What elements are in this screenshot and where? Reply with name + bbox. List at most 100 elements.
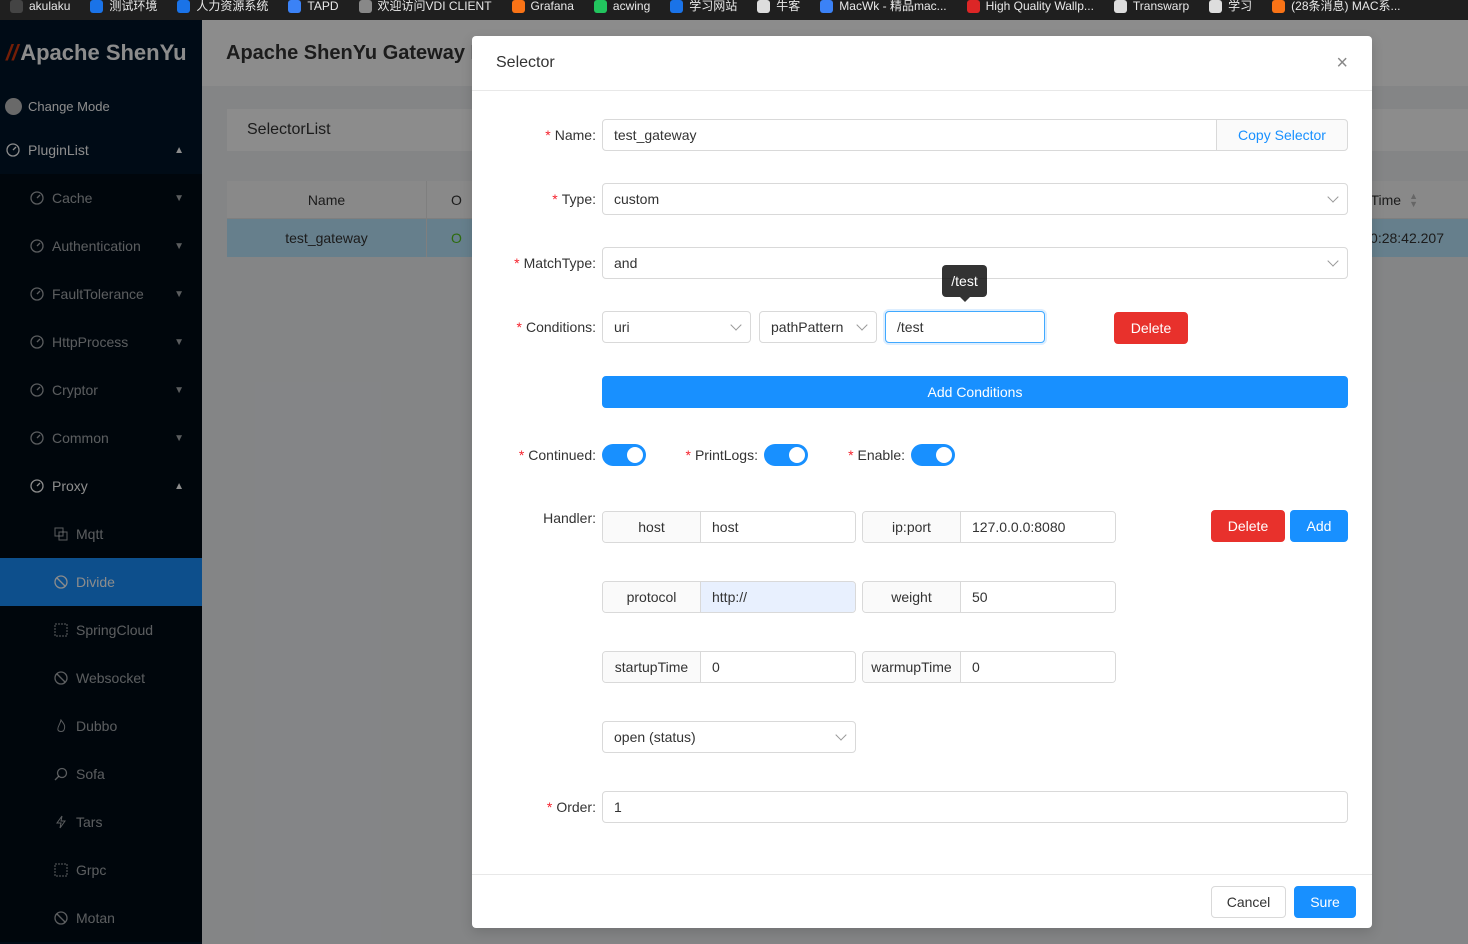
- chevron-down-icon: [1327, 191, 1339, 203]
- bookmark-favicon-icon: [1272, 0, 1286, 13]
- bookmark-favicon-icon: [10, 0, 23, 13]
- printlogs-switch[interactable]: [764, 444, 808, 466]
- chevron-down-icon: [856, 319, 868, 331]
- bookmark-item[interactable]: Transwarp: [1104, 0, 1199, 16]
- continued-label: * Continued:: [518, 447, 596, 463]
- copy-selector-button[interactable]: Copy Selector: [1216, 119, 1348, 151]
- modal-header: Selector ×: [472, 36, 1372, 91]
- bookmark-item[interactable]: 学习网站: [660, 0, 747, 16]
- status-select[interactable]: open (status): [602, 721, 856, 753]
- condition-param-select[interactable]: uri: [602, 311, 751, 343]
- bookmark-item[interactable]: 欢迎访问VDI CLIENT: [349, 0, 502, 16]
- handler-add-button[interactable]: Add: [1290, 510, 1348, 542]
- ipport-addon: ip:port: [863, 512, 961, 542]
- bookmark-favicon-icon: [358, 0, 372, 13]
- bookmark-item[interactable]: 人力资源系统: [167, 0, 278, 16]
- conditions-label: * Conditions:: [516, 319, 597, 335]
- switch-handle: [789, 447, 805, 463]
- sure-label: Sure: [1310, 893, 1340, 910]
- startuptime-addon: startupTime: [603, 652, 701, 682]
- weight-field[interactable]: weight 50: [862, 581, 1116, 613]
- bookmark-item[interactable]: (28条消息) MAC系...: [1262, 0, 1410, 16]
- warmuptime-input[interactable]: 0: [961, 652, 1115, 682]
- ipport-field[interactable]: ip:port 127.0.0.0:8080: [862, 511, 1116, 543]
- bookmark-item[interactable]: Grafana: [502, 0, 584, 16]
- chevron-down-icon: [730, 319, 742, 331]
- bookmark-item[interactable]: 学习: [1199, 0, 1262, 16]
- bookmark-favicon-icon: [593, 0, 607, 13]
- bookmark-item[interactable]: MacWk - 精品mac...: [810, 0, 956, 16]
- cancel-button[interactable]: Cancel: [1211, 885, 1286, 918]
- protocol-addon: protocol: [603, 582, 701, 612]
- bookmark-label: 欢迎访问VDI CLIENT: [377, 0, 492, 13]
- bookmark-favicon-icon: [757, 0, 771, 13]
- status-value: open (status): [614, 729, 696, 745]
- matchtype-label: * MatchType:: [514, 255, 596, 271]
- cancel-label: Cancel: [1226, 893, 1271, 910]
- condition-delete-button[interactable]: Delete: [1114, 312, 1188, 344]
- bookmark-label: acwing: [612, 0, 651, 13]
- sure-button[interactable]: Sure: [1294, 885, 1356, 918]
- add-conditions-label: Add Conditions: [927, 384, 1023, 400]
- handler-label: Handler:: [543, 510, 596, 526]
- bookmark-item[interactable]: High Quality Wallp...: [957, 0, 1104, 16]
- host-field[interactable]: host host: [602, 511, 856, 543]
- bookmark-favicon-icon: [1113, 0, 1127, 13]
- condition-param-value: uri: [614, 319, 630, 335]
- bookmark-favicon-icon: [177, 0, 191, 13]
- continued-switch[interactable]: [602, 444, 646, 466]
- switch-handle: [627, 447, 643, 463]
- copy-selector-label: Copy Selector: [1238, 127, 1326, 143]
- handler-delete-label: Delete: [1227, 518, 1269, 534]
- bookmark-label: Transwarp: [1132, 0, 1190, 13]
- weight-addon: weight: [863, 582, 961, 612]
- bookmark-favicon-icon: [670, 0, 684, 13]
- handler-delete-button[interactable]: Delete: [1211, 510, 1285, 542]
- bookmark-item[interactable]: 牛客: [747, 0, 810, 16]
- bookmark-label: 学习网站: [689, 0, 738, 13]
- bookmark-item[interactable]: 测试环境: [80, 0, 167, 16]
- handler-add-label: Add: [1306, 518, 1332, 534]
- bookmark-label: (28条消息) MAC系...: [1291, 0, 1401, 13]
- matchtype-value: and: [614, 255, 638, 271]
- order-label: * Order:: [546, 799, 596, 815]
- bookmark-item[interactable]: akulaku: [0, 0, 80, 16]
- bookmark-label: 人力资源系统: [196, 0, 269, 13]
- protocol-input[interactable]: http://: [701, 582, 855, 612]
- condition-value-tooltip: /test: [942, 265, 987, 302]
- modal-footer: Cancel Sure: [472, 874, 1372, 928]
- warmuptime-addon: warmupTime: [863, 652, 961, 682]
- condition-value: /test: [897, 319, 924, 335]
- name-value: test_gateway: [614, 127, 697, 143]
- type-select[interactable]: custom: [602, 183, 1348, 215]
- bookmark-item[interactable]: TAPD: [278, 0, 348, 16]
- order-value: 1: [614, 799, 622, 815]
- warmuptime-field[interactable]: warmupTime 0: [862, 651, 1116, 683]
- name-input[interactable]: test_gateway: [602, 119, 1218, 151]
- bookmark-favicon-icon: [511, 0, 525, 13]
- bookmark-label: 牛客: [776, 0, 801, 13]
- bookmark-favicon-icon: [288, 0, 302, 13]
- close-icon[interactable]: ×: [1336, 53, 1348, 73]
- weight-input[interactable]: 50: [961, 582, 1115, 612]
- startuptime-field[interactable]: startupTime 0: [602, 651, 856, 683]
- bookmark-favicon-icon: [1209, 0, 1223, 13]
- enable-switch[interactable]: [911, 444, 955, 466]
- startuptime-input[interactable]: 0: [701, 652, 855, 682]
- bookmark-favicon-icon: [90, 0, 104, 13]
- bookmark-favicon-icon: [820, 0, 834, 13]
- name-label: * Name:: [545, 127, 596, 143]
- condition-value-input[interactable]: /test: [885, 311, 1045, 343]
- enable-label: * Enable:: [848, 447, 905, 463]
- bookmark-label: High Quality Wallp...: [985, 0, 1094, 13]
- condition-operator-select[interactable]: pathPattern: [759, 311, 877, 343]
- order-input[interactable]: 1: [602, 791, 1348, 823]
- ipport-input[interactable]: 127.0.0.0:8080: [961, 512, 1115, 542]
- bookmark-item[interactable]: acwing: [584, 0, 660, 16]
- type-label: * Type:: [552, 191, 596, 207]
- switch-handle: [936, 447, 952, 463]
- modal-title: Selector: [496, 54, 555, 71]
- host-input[interactable]: host: [701, 512, 855, 542]
- add-conditions-button[interactable]: Add Conditions: [602, 376, 1348, 408]
- protocol-field[interactable]: protocol http://: [602, 581, 856, 613]
